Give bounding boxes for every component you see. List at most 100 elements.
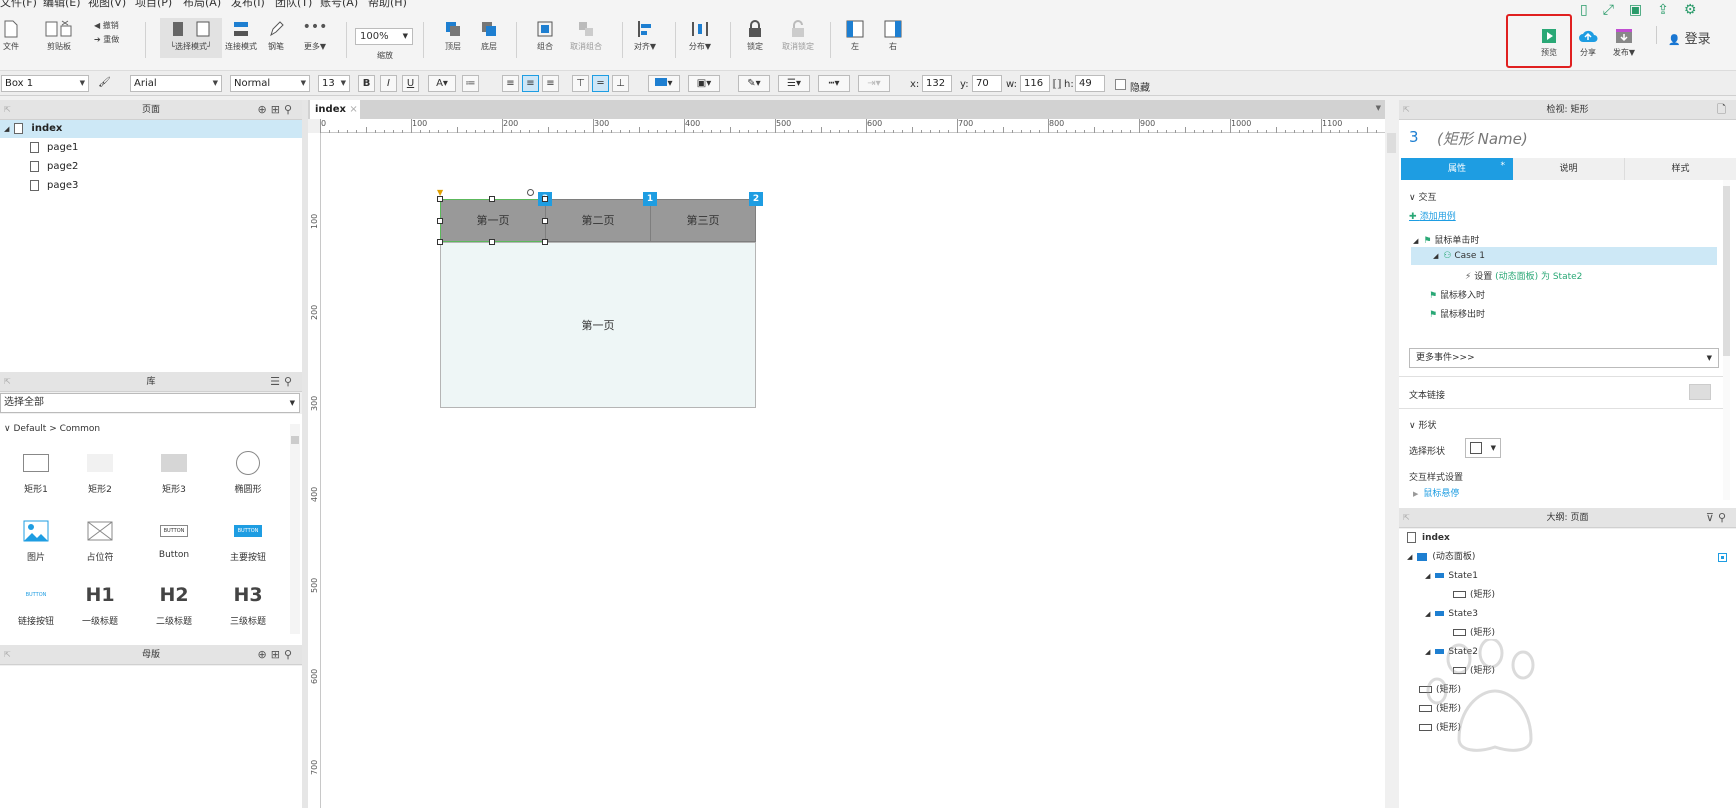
menu-icon[interactable]: ☰ [270,375,284,388]
line-width-icon[interactable]: ☰▾ [778,75,810,92]
fullscreen-icon[interactable]: ⤢ [1603,2,1629,18]
align-button[interactable]: 对齐▼ [630,20,660,52]
pin-icon[interactable]: ⇱ [4,372,11,392]
search-icon[interactable]: ⚲ [284,375,296,388]
lock-ratio-icon[interactable]: ⟦⟧ [1052,79,1062,90]
text-link-button[interactable] [1689,384,1711,400]
select-mode-button[interactable]: └选择模式┘ [160,18,222,58]
more-events-select[interactable]: 更多事件>>> ▼ [1409,348,1719,368]
outline-item-dynamic-panel[interactable]: ◢ (动态面板) [1407,548,1733,566]
widget-h2[interactable]: H2 二级标题 [138,582,210,627]
valign-middle-icon[interactable]: ═ [592,75,609,92]
undo-button[interactable]: ◀ 撤销 [94,20,128,31]
file-button[interactable]: 文件 [2,20,20,52]
expand-icon[interactable]: ◢ [4,120,9,138]
event-mouse-enter[interactable]: ⚑ 鼠标移入时 [1429,288,1485,301]
style-select[interactable]: Box 1 ▼ [1,75,89,92]
resize-handle[interactable] [542,218,548,224]
export-icon[interactable]: ⇪ [1657,2,1684,18]
font-color-icon[interactable]: A▾ [428,75,456,92]
font-select[interactable]: Arial ▼ [130,75,222,92]
anchor-icon[interactable]: ▼ [437,188,443,197]
line-color-icon[interactable]: ✎▾ [738,75,770,92]
shadow-icon[interactable]: ▣▾ [688,75,720,92]
align-right-icon[interactable]: ≡ [542,75,559,92]
resize-handle[interactable] [489,239,495,245]
lock-button[interactable]: 锁定 [743,20,767,52]
widget-image[interactable]: 图片 [0,518,72,563]
tab-properties[interactable]: 属性 * [1401,158,1513,180]
add-folder-icon[interactable]: ⊞ [271,103,284,116]
add-case-link[interactable]: ✚ 添加用例 [1409,209,1456,222]
clipboard-button[interactable]: 剪贴板 [44,20,74,52]
save-icon[interactable]: ▣ [1629,2,1657,18]
widget-button[interactable]: BUTTON Button [138,518,210,560]
widget-rect2[interactable]: 矩形2 [64,450,136,495]
interaction-badge[interactable]: 1 [643,192,657,206]
action-row[interactable]: ⚡ 设置 (动态面板) 为 State2 [1465,269,1582,282]
library-group[interactable]: ∨ Default > Common [4,424,100,434]
event-on-click[interactable]: ◢ ⚑ 鼠标单击时 [1413,233,1479,246]
page-item-index[interactable]: ◢ index [0,120,302,138]
group-button[interactable]: 组合 [530,20,560,52]
resize-handle[interactable] [542,239,548,245]
valign-bottom-icon[interactable]: ⊥ [612,75,629,92]
send-to-back-button[interactable]: 底层 [474,20,504,52]
widget-ellipse[interactable]: 椭圆形 [212,450,284,495]
widget-name-input[interactable]: (矩形 Name) [1437,128,1697,149]
resize-handle[interactable] [489,196,495,202]
dynamic-panel-content[interactable]: 第一页 [440,242,756,408]
line-style-icon[interactable]: ┅▾ [818,75,850,92]
tab-style[interactable]: 样式 [1625,158,1736,180]
y-input[interactable]: 70 [972,75,1002,92]
x-input[interactable]: 132 [922,75,952,92]
font-size-select[interactable]: 13 ▼ [318,75,350,92]
share-button[interactable]: 分享 [1575,28,1601,58]
w-input[interactable]: 116 [1020,75,1050,92]
library-select[interactable]: 选择全部 ▼ [0,393,300,413]
interaction-badge[interactable]: 2 [749,192,763,206]
tab-second-page[interactable]: 第二页 [545,199,651,242]
valign-top-icon[interactable]: ⊤ [572,75,589,92]
search-icon[interactable]: ⚲ [284,103,296,116]
design-canvas[interactable]: 第一页 第二页 第三页 3 1 2 第一页 ▼ [321,133,1385,808]
chevron-down-icon[interactable]: ▼ [1376,104,1381,112]
more-button[interactable]: ••• 更多▼ [300,20,330,52]
widget-placeholder[interactable]: 占位符 [64,518,136,563]
page-icon[interactable]: 🗋 [1717,100,1730,120]
pin-icon[interactable]: ⇱ [4,645,11,665]
shape-select[interactable]: ▼ [1465,438,1501,458]
hidden-checkbox[interactable] [1115,79,1126,90]
ungroup-button[interactable]: 取消组合 [564,20,608,52]
widget-link-button[interactable]: BUTTON 链接按钮 [0,582,72,627]
outline-item-index[interactable]: index [1407,529,1450,547]
italic-icon[interactable]: I [380,75,397,92]
distribute-button[interactable]: 分布▼ [685,20,715,52]
preview-button[interactable]: 预览 [1536,28,1562,58]
page-item-page2[interactable]: page2 [30,158,78,176]
widget-h3[interactable]: H3 三级标题 [212,582,284,627]
device-icon[interactable]: ▯ [1580,2,1603,18]
tab-index[interactable]: index × [310,100,360,119]
bullet-list-icon[interactable]: ≔ [462,75,479,92]
widget-rect3[interactable]: 矩形3 [138,450,210,495]
widget-rect1[interactable]: 矩形1 [0,450,72,495]
search-icon[interactable]: ⚲ [284,648,296,661]
resize-handle[interactable] [542,196,548,202]
event-mouse-leave[interactable]: ⚑ 鼠标移出时 [1429,307,1485,320]
add-page-icon[interactable]: ⊕ [258,103,271,116]
add-master-icon[interactable]: ⊕ [258,648,271,661]
connect-mode-button[interactable]: 连接模式 [222,20,260,52]
canvas-scrollbar[interactable] [1385,119,1399,808]
bring-to-front-button[interactable]: 顶层 [438,20,468,52]
tab-third-page[interactable]: 第三页 [650,199,756,242]
align-center-icon[interactable]: ≡ [522,75,539,92]
bold-icon[interactable]: B [358,75,375,92]
dock-left-button[interactable]: 左 [845,20,865,52]
widget-h1[interactable]: H1 一级标题 [64,582,136,627]
align-left-icon[interactable]: ≡ [502,75,519,92]
case-1-row[interactable]: ◢ ⚇ Case 1 [1411,247,1717,265]
pin-icon[interactable]: ⇱ [1403,100,1410,120]
format-painter-icon[interactable]: 🖌 [96,75,113,92]
settings-icon[interactable]: ⚙ [1684,2,1712,18]
